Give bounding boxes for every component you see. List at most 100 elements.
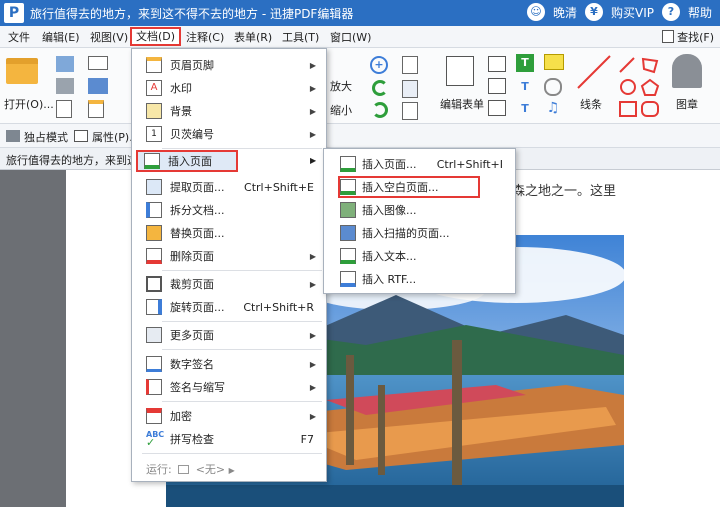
zoom-out-label[interactable]: 缩小 — [330, 102, 352, 118]
open-button[interactable] — [6, 58, 38, 84]
yen-icon[interactable]: ¥ — [584, 3, 603, 21]
menu-edit[interactable]: 编辑(E) — [42, 29, 80, 45]
rectangle-tool-icon[interactable] — [618, 100, 638, 118]
menu-separator — [142, 453, 322, 454]
callout-icon[interactable]: T — [516, 100, 534, 118]
edit-form-icon[interactable] — [446, 56, 474, 86]
menu-tools[interactable]: 工具(T) — [282, 29, 319, 45]
sound-icon[interactable]: ♫ — [544, 100, 562, 118]
text-field-icon[interactable] — [488, 56, 506, 72]
insert-rtf-icon — [340, 271, 356, 287]
polygon-tool-icon[interactable] — [640, 56, 660, 74]
list-field-icon[interactable] — [488, 100, 506, 116]
menu-comment[interactable]: 注释(C) — [186, 29, 224, 45]
menu-item-digital-signature[interactable]: 数字签名 ▶ — [136, 353, 322, 375]
user-name[interactable]: 晚清 — [553, 4, 577, 21]
stamp-label[interactable]: 图章 — [676, 96, 698, 112]
menu-file[interactable]: 文件 — [8, 29, 30, 45]
secondary-toolbar: 独占模式 属性(P)... — [0, 124, 720, 148]
replace-pages-icon — [146, 225, 162, 241]
folder-icon — [6, 58, 38, 84]
menu-item-replace-pages[interactable]: 替换页面... — [136, 222, 322, 244]
scanner-icon — [340, 225, 356, 241]
menu-item-encrypt[interactable]: 加密 ▶ — [136, 405, 322, 427]
rotate-ccw-icon[interactable] — [372, 102, 388, 118]
text-tool-icon[interactable]: T — [516, 54, 534, 72]
properties-icon[interactable] — [74, 130, 88, 142]
menu-item-insert-pages[interactable]: 插入页面 — [136, 150, 238, 172]
window-title: 旅行值得去的地方，来到这不得不去的地方 - 迅捷PDF编辑器 — [30, 7, 354, 21]
checkbox-field-icon[interactable] — [488, 78, 506, 94]
menu-item-background[interactable]: 背景 ▶ — [136, 100, 322, 122]
menu-document[interactable]: 文档(D) — [130, 27, 182, 46]
document-tab[interactable]: 旅行值得去的地方，来到这不 — [6, 152, 149, 168]
insert-pages-icon — [340, 156, 356, 172]
digital-signature-icon — [146, 356, 162, 372]
submenu-insert-pages[interactable]: 插入页面... Ctrl+Shift+I — [328, 153, 511, 175]
menu-item-split-document[interactable]: 拆分文档... — [136, 199, 322, 221]
line-tool-icon[interactable] — [576, 54, 612, 90]
menu-item-spell-check[interactable]: ABC ✓ 拼写检查 F7 — [136, 428, 322, 450]
save-icon[interactable] — [56, 56, 74, 72]
crop-pages-icon — [146, 276, 162, 292]
page-text: 森之地之一。这里 — [512, 184, 617, 199]
submenu-insert-image[interactable]: 插入图像... — [328, 199, 511, 221]
fit-width-icon[interactable] — [402, 102, 418, 120]
help-icon[interactable]: ? — [661, 3, 680, 21]
insert-image-icon — [340, 202, 356, 218]
insert-page-icon — [144, 153, 160, 169]
menu-bar: 文件 编辑(E) 视图(V) 文档(D) 注释(C) 表单(R) 工具(T) 窗… — [0, 26, 720, 48]
delete-pages-icon — [146, 248, 162, 264]
search-button[interactable]: 查找(F) — [662, 29, 714, 45]
menu-item-signatures-initials[interactable]: 签名与缩写 ▶ — [136, 376, 322, 398]
new-file-icon[interactable] — [88, 100, 104, 118]
scan-icon[interactable] — [88, 78, 108, 94]
arrow-tool-icon[interactable] — [618, 56, 638, 74]
fit-page-icon[interactable] — [402, 80, 418, 98]
menu-window[interactable]: 窗口(W) — [330, 29, 371, 45]
mail-icon[interactable] — [88, 56, 108, 70]
user-avatar-icon[interactable]: ☺ — [526, 3, 545, 21]
menu-form[interactable]: 表单(R) — [234, 29, 272, 45]
note-icon[interactable] — [544, 54, 564, 70]
cloud-tool-icon[interactable] — [640, 100, 660, 118]
rotate-cw-icon[interactable] — [372, 80, 388, 96]
menu-item-watermark[interactable]: A 水印 ▶ — [136, 77, 322, 99]
open-label[interactable]: 打开(O)... — [4, 96, 54, 112]
line-label[interactable]: 线条 — [580, 96, 602, 112]
buy-vip-link[interactable]: 购买VIP — [611, 4, 654, 21]
exclusive-mode-icon[interactable] — [6, 130, 20, 142]
app-logo: P — [4, 3, 24, 23]
menu-item-crop-pages[interactable]: 裁剪页面 ▶ — [136, 273, 322, 295]
menu-item-delete-pages[interactable]: 删除页面 ▶ — [136, 245, 322, 267]
header-footer-icon — [146, 57, 162, 73]
zoom-in-label[interactable]: 放大 — [330, 78, 352, 94]
ellipse-tool-icon[interactable] — [618, 78, 638, 96]
split-document-icon — [146, 202, 162, 218]
menu-view[interactable]: 视图(V) — [90, 29, 128, 45]
submenu-arrow-icon: ▶ — [309, 359, 316, 369]
menu-item-header-footer[interactable]: 页眉页脚 ▶ — [136, 54, 322, 76]
submenu-insert-text[interactable]: 插入文本... — [328, 245, 511, 267]
pentagon-tool-icon[interactable] — [640, 78, 660, 96]
typewriter-icon[interactable]: T — [516, 78, 534, 96]
edit-form-label[interactable]: 编辑表单 — [440, 96, 484, 112]
submenu-arrow-icon: ▶ — [309, 83, 316, 93]
menu-item-extract-pages[interactable]: 提取页面... Ctrl+Shift+E — [136, 176, 322, 198]
submenu-insert-rtf[interactable]: 插入 RTF... — [328, 268, 511, 290]
page-icon[interactable] — [402, 56, 418, 74]
menu-item-more-pages[interactable]: 更多页面 ▶ — [136, 324, 322, 346]
menu-item-bates-numbering[interactable]: 1 贝茨编号 ▶ — [136, 123, 322, 145]
title-actions: ☺ 晚清 ¥ 购买VIP ? 帮助 — [526, 3, 712, 21]
stamp-icon[interactable] — [672, 54, 702, 88]
submenu-insert-blank-page[interactable]: 插入空白页面... — [338, 176, 480, 198]
run-macro-row[interactable]: 运行: <无> ▶ — [146, 461, 235, 477]
attach-icon[interactable] — [544, 78, 562, 96]
help-link[interactable]: 帮助 — [688, 4, 712, 21]
zoom-in-icon[interactable]: + — [370, 56, 388, 74]
submenu-insert-scanned-page[interactable]: 插入扫描的页面... — [328, 222, 511, 244]
print-icon[interactable] — [56, 78, 74, 94]
exclusive-mode-button[interactable]: 独占模式 — [24, 129, 68, 145]
new-doc-icon[interactable] — [56, 100, 72, 118]
menu-item-rotate-pages[interactable]: 旋转页面... Ctrl+Shift+R — [136, 296, 322, 318]
